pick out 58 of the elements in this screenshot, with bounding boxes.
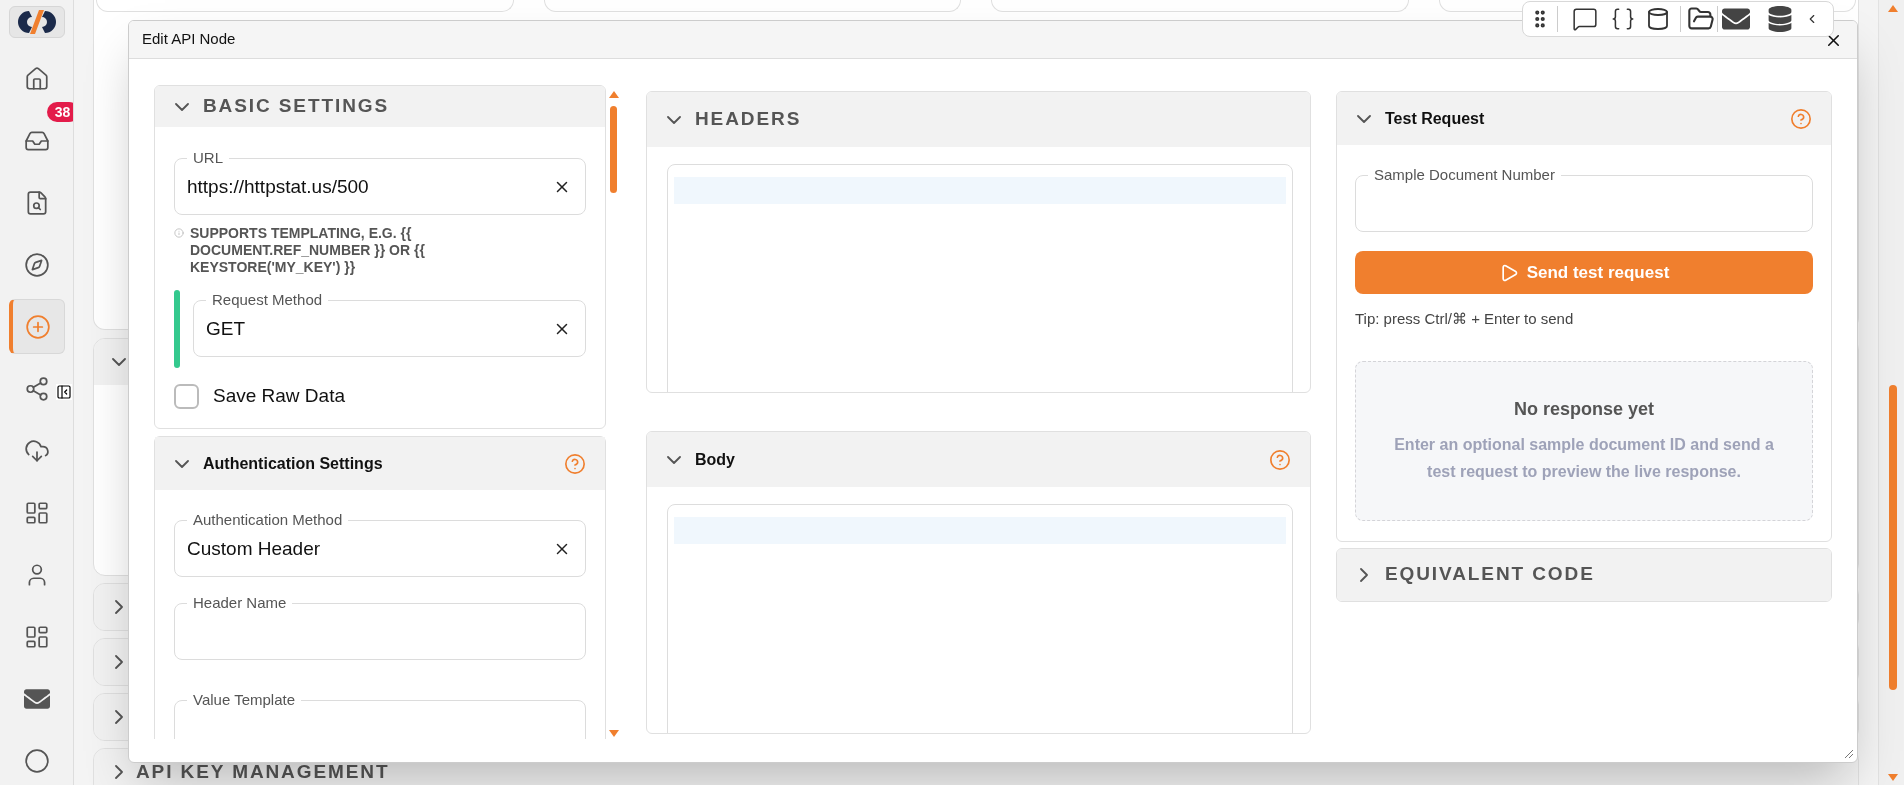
input-field[interactable]: Value Template xyxy=(174,692,586,739)
chevron-icon[interactable] xyxy=(115,600,123,614)
chat-icon[interactable] xyxy=(1572,6,1598,32)
section-header[interactable]: EQUIVALENT CODE xyxy=(1337,548,1831,601)
empty-state-text: Enter an optional sample document ID and send a test request to preview the live response. xyxy=(1393,435,1775,482)
checkbox[interactable] xyxy=(174,383,199,409)
dialog-title: Edit API Node xyxy=(142,29,236,50)
section-title: HEADERS xyxy=(695,107,802,132)
plus-circle-icon xyxy=(25,313,51,340)
chevron-icon[interactable] xyxy=(1360,567,1368,582)
cloud-download-icon xyxy=(23,437,50,464)
chevron-icon[interactable] xyxy=(667,455,681,464)
section-title: API KEY MANAGEMENT xyxy=(136,761,390,783)
input-field[interactable]: Sample Document Number xyxy=(1355,167,1813,232)
scrollbar-thumb[interactable] xyxy=(1889,385,1897,690)
logo[interactable] xyxy=(8,6,65,38)
panel-toggle-icon[interactable] xyxy=(56,384,72,400)
empty-state-title: No response yet xyxy=(1513,398,1654,421)
checkbox-label: Save Raw Data xyxy=(213,383,345,408)
section-header[interactable]: Authentication Settings xyxy=(155,437,605,490)
section-title: Body xyxy=(695,449,735,470)
nodes-icon xyxy=(23,375,50,402)
input-field[interactable]: Header Name xyxy=(174,595,586,660)
chevron-icon[interactable] xyxy=(115,765,123,779)
notification-badge: 38 xyxy=(46,102,73,122)
home-icon xyxy=(23,65,50,92)
url-field[interactable]: URL https://httpstat.us/500 xyxy=(174,150,586,215)
scroll-down-arrow-icon[interactable] xyxy=(609,730,619,737)
scroll-up-arrow-icon[interactable] xyxy=(609,91,619,98)
info-icon xyxy=(174,228,184,238)
database-icon[interactable] xyxy=(1767,6,1793,32)
section-header[interactable]: BASIC SETTINGS xyxy=(155,86,605,127)
resize-handle-icon[interactable] xyxy=(1844,749,1854,759)
layout-icon xyxy=(23,623,50,650)
scrollbar-thumb[interactable] xyxy=(610,106,617,193)
circle-icon xyxy=(23,747,50,774)
section-header[interactable]: Body xyxy=(647,432,1310,487)
chevron-icon[interactable] xyxy=(112,358,126,366)
braces-icon[interactable] xyxy=(1610,6,1636,32)
section-title: EQUIVALENT CODE xyxy=(1385,562,1595,587)
section-header[interactable]: Test Request xyxy=(1337,92,1831,145)
compass-icon xyxy=(23,251,50,278)
select-field[interactable]: Authentication Method Custom Header xyxy=(174,512,586,577)
tip-text: Tip: press Ctrl/⌘ + Enter to send xyxy=(1355,309,1575,329)
chevron-icon[interactable] xyxy=(115,655,123,669)
cylinder-icon[interactable] xyxy=(1646,7,1670,31)
chevron-icon[interactable] xyxy=(1357,114,1371,123)
layout-icon xyxy=(23,499,50,526)
chevron-icon[interactable] xyxy=(175,102,189,111)
section-header[interactable]: HEADERS xyxy=(647,92,1310,147)
section-title: BASIC SETTINGS xyxy=(203,94,389,119)
hint-text: SUPPORTS TEMPLATING, E.G. {{ DOCUMENT.REF_NUMBER }} OR {{ KEYSTORE('MY_KEY') }} xyxy=(190,225,426,276)
section-title: Authentication Settings xyxy=(203,453,383,474)
chevron-icon[interactable] xyxy=(115,710,123,724)
section-title: Test Request xyxy=(1385,108,1485,129)
request-method-select[interactable]: Request Method GET xyxy=(193,292,586,357)
chevron-icon[interactable] xyxy=(175,459,189,468)
chevron-icon[interactable] xyxy=(667,115,681,124)
